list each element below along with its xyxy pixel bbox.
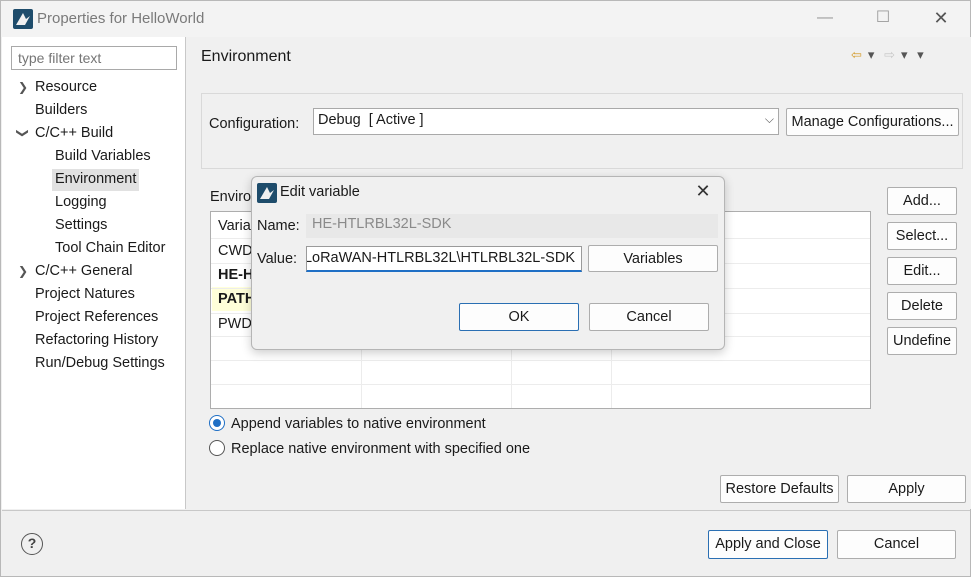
variables-button[interactable]: Variables	[588, 245, 718, 272]
sidebar-item-logging[interactable]: Logging	[55, 192, 107, 214]
sidebar-item-build-variables[interactable]: Build Variables	[55, 146, 151, 168]
radio-button[interactable]	[209, 440, 225, 456]
sidebar-item-project-natures[interactable]: Project Natures	[35, 284, 135, 306]
table-row[interactable]: CWD	[218, 243, 253, 259]
properties-window: Properties for HelloWorld — ☐ ✕ ❯ Resour…	[0, 0, 971, 577]
forward-menu-chevron-icon[interactable]: ▾	[901, 47, 908, 63]
sidebar-item-run-debug-settings[interactable]: Run/Debug Settings	[35, 353, 165, 375]
forward-arrow-icon[interactable]: ⇨	[884, 47, 895, 63]
radio-replace[interactable]: Replace native environment with specifie…	[209, 440, 530, 457]
back-arrow-icon[interactable]: ⇦	[851, 47, 862, 63]
sidebar-item-cpp-general[interactable]: C/C++ General	[35, 261, 133, 283]
table-row[interactable]: PATH	[218, 291, 255, 307]
ok-button[interactable]: OK	[459, 303, 579, 331]
name-label: Name:	[257, 218, 300, 234]
sidebar-item-resource[interactable]: Resource	[35, 77, 97, 99]
environment-label: Enviro	[210, 189, 252, 205]
sidebar-item-project-references[interactable]: Project References	[35, 307, 158, 329]
edit-variable-dialog: Edit variable ✕ Name: HE-HTLRBL32L-SDK V…	[251, 176, 725, 350]
select-button[interactable]: Select...	[887, 222, 957, 250]
add-button[interactable]: Add...	[887, 187, 957, 215]
eclipse-app-icon	[13, 9, 33, 29]
edit-button[interactable]: Edit...	[887, 257, 957, 285]
view-menu-icon[interactable]: ▾	[917, 47, 924, 63]
table-row[interactable]: PWD	[218, 316, 252, 332]
radio-append[interactable]: Append variables to native environment	[209, 415, 486, 432]
delete-button[interactable]: Delete	[887, 292, 957, 320]
table-header-variable: Varia	[218, 218, 251, 234]
cancel-button[interactable]: Cancel	[837, 530, 956, 559]
radio-button-selected[interactable]	[209, 415, 225, 431]
configuration-select[interactable]: Debug [ Active ] ⌵	[313, 108, 779, 135]
table-row[interactable]: HE-H	[218, 267, 253, 283]
configuration-label: Configuration:	[209, 116, 300, 132]
chevron-down-icon: ⌵	[764, 112, 774, 126]
sidebar-item-cpp-build[interactable]: C/C++ Build	[35, 123, 113, 145]
minimize-button[interactable]: —	[805, 7, 845, 31]
chevron-right-icon[interactable]: ❯	[16, 261, 30, 281]
apply-and-close-button[interactable]: Apply and Close	[708, 530, 828, 559]
title-bar: Properties for HelloWorld — ☐ ✕	[1, 1, 970, 37]
sidebar: ❯ Resource Builders ❯ C/C++ Build Build …	[2, 37, 186, 509]
radio-append-label: Append variables to native environment	[231, 416, 486, 432]
row-divider	[211, 360, 870, 361]
page-navigation: ⇦ ▾ ⇨ ▾ ▾	[851, 47, 930, 67]
sidebar-item-refactoring-history[interactable]: Refactoring History	[35, 330, 158, 352]
radio-replace-label: Replace native environment with specifie…	[231, 441, 531, 457]
value-field[interactable]: ·LoRaWAN-HTLRBL32L\HTLRBL32L-SDK	[306, 246, 582, 272]
maximize-button[interactable]: ☐	[863, 7, 903, 31]
bottom-bar: ? Apply and Close Cancel	[2, 510, 970, 576]
filter-input[interactable]	[11, 46, 177, 70]
row-divider	[211, 384, 870, 385]
configuration-value: Debug [ Active ]	[318, 112, 424, 128]
window-title: Properties for HelloWorld	[37, 10, 205, 27]
name-field: HE-HTLRBL32L-SDK	[306, 214, 718, 238]
chevron-down-icon[interactable]: ❯	[13, 126, 33, 140]
sidebar-item-environment[interactable]: Environment	[52, 169, 140, 191]
dialog-close-button[interactable]: ✕	[690, 180, 716, 204]
manage-configurations-button[interactable]: Manage Configurations...	[786, 108, 959, 136]
sidebar-item-builders[interactable]: Builders	[35, 100, 87, 122]
apply-button[interactable]: Apply	[847, 475, 966, 503]
value-label: Value:	[257, 251, 298, 267]
close-window-button[interactable]: ✕	[921, 7, 961, 31]
value-text: ·LoRaWAN-HTLRBL32L\HTLRBL32L-SDK	[306, 250, 575, 266]
undefine-button[interactable]: Undefine	[887, 327, 957, 355]
page-title: Environment	[201, 48, 291, 65]
sidebar-item-tool-chain-editor[interactable]: Tool Chain Editor	[55, 238, 165, 260]
dialog-cancel-button[interactable]: Cancel	[589, 303, 709, 331]
dialog-title: Edit variable	[280, 184, 360, 200]
chevron-right-icon[interactable]: ❯	[16, 77, 30, 97]
back-menu-chevron-icon[interactable]: ▾	[868, 47, 875, 63]
restore-defaults-button[interactable]: Restore Defaults	[720, 475, 839, 503]
help-icon[interactable]: ?	[21, 533, 43, 555]
sidebar-item-settings[interactable]: Settings	[55, 215, 107, 237]
configuration-group: Configuration: Debug [ Active ] ⌵ Manage…	[201, 93, 963, 169]
eclipse-app-icon	[257, 183, 277, 203]
